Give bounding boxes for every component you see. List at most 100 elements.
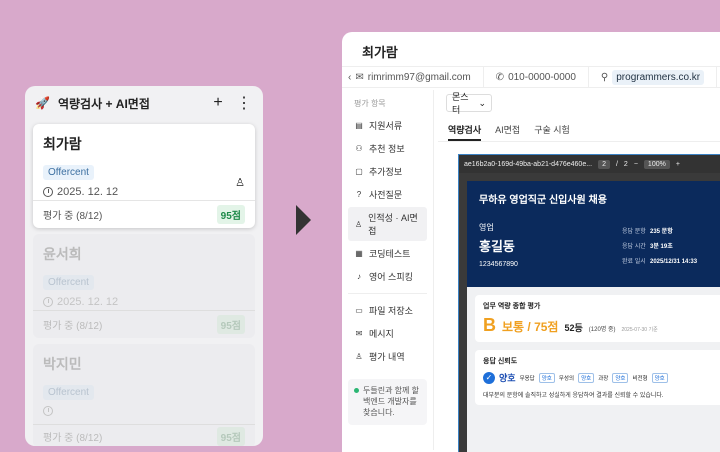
sidebar-item-extra[interactable]: ▢ 추가정보 — [348, 161, 427, 182]
sidebar-item-label: 코딩테스트 — [369, 249, 411, 259]
grade-letter: B — [483, 315, 496, 335]
sidebar-item-label: 파일 저장소 — [369, 306, 413, 316]
candidate-name: 박지민 — [43, 356, 82, 372]
clock-icon — [43, 297, 53, 307]
company-badge: Offercent — [43, 385, 94, 400]
meta-value: 235 문항 — [650, 229, 673, 235]
chevron-left-icon[interactable]: ‹ — [348, 72, 351, 83]
doc-icon: ▤ — [355, 121, 363, 130]
pdf-viewer[interactable]: ae16b2a0-169d-49ba-ab21-d476e460e... 2 /… — [458, 154, 720, 452]
score-badge: 95점 — [216, 205, 245, 224]
clipboard-icon: ▢ — [355, 167, 363, 176]
company-badge: Offercent — [43, 275, 94, 290]
check-icon: ✓ — [483, 371, 495, 384]
zoom-out-button[interactable]: − — [634, 161, 638, 168]
card-footer: 평가 중 (8/12) 95점 — [33, 200, 255, 228]
report-page: 무하유 영업직군 신입사원 채용 영업 홍길동 1234567890 응답 문항… — [467, 181, 720, 452]
sidebar-item-history[interactable]: ♙ 평가 내역 — [348, 346, 427, 367]
check-key: 무성의 — [558, 375, 575, 382]
sidebar-item-label: 인적성 · AI면접 — [368, 213, 418, 236]
speech-icon: ♪ — [357, 272, 361, 281]
phone-text: 010-0000-0000 — [508, 71, 576, 83]
check-key: 과장 — [598, 375, 609, 382]
job-note-text: 두들린과 함께 할 백엔드 개발자를 찾습니다. — [363, 386, 419, 418]
eval-sidebar: 평가 항목 ▤ 지원서류 ⚇ 추천 정보 ▢ 추가정보 ? 사전질문 ♙ 인적성 · AI… — [342, 90, 434, 450]
sidebar-item-documents[interactable]: ▤ 지원서류 — [348, 115, 427, 136]
viewer-toolbar: ae16b2a0-169d-49ba-ab21-d476e460e... 2 /… — [459, 155, 720, 173]
candidate-name: 윤서희 — [43, 246, 82, 262]
code-icon: ▦ — [355, 249, 363, 258]
sidebar-item-label: 사전질문 — [369, 190, 403, 200]
zoom-level[interactable]: 100% — [643, 159, 670, 169]
tab-oral-exam[interactable]: 구술 시험 — [534, 118, 570, 141]
meta-key: 응답 문항 — [622, 229, 646, 235]
page-input[interactable]: 2 — [598, 159, 610, 169]
panel-title: 응답 신뢰도 — [483, 358, 518, 365]
eval-status: 평가 중 (8/12) — [43, 321, 103, 332]
site-chip[interactable]: programmers.co.kr — [612, 69, 705, 85]
reliability-value: 양호 — [499, 373, 516, 383]
sidebar-item-referral[interactable]: ⚇ 추천 정보 — [348, 138, 427, 159]
candidate-card[interactable]: 최가람 Offercent 2025. 12. 12 ♙ 평가 중 (8/12)… — [33, 124, 255, 228]
window-title: 최가람 — [362, 45, 398, 60]
rank: 52등 — [564, 323, 583, 333]
kanban-column: 🚀 역량검사 + AI면접 + ⋮ 최가람 Offercent 2025. 12… — [25, 86, 263, 446]
sidebar-item-english[interactable]: ♪ 영어 스피킹 — [348, 266, 427, 287]
tab-aptitude[interactable]: 역량검사 — [448, 118, 482, 141]
sidebar-item-files[interactable]: ▭ 파일 저장소 — [348, 300, 427, 321]
main-content: 몬스터 ⌄ 역량검사 AI면접 구술 시험 ae16b2a0-169d-49ba-… — [438, 90, 720, 452]
clock-icon — [43, 406, 53, 416]
sidebar-item-ai-interview[interactable]: ♙ 인적성 · AI면접 — [348, 207, 427, 241]
phone-field[interactable]: ✆ 010-0000-0000 — [484, 67, 589, 87]
pdf-filename: ae16b2a0-169d-49ba-ab21-d476e460e... — [464, 160, 593, 168]
score-badge: 95점 — [216, 315, 245, 334]
folder-icon: ▭ — [355, 306, 363, 315]
history-icon: ♙ — [355, 352, 363, 361]
zoom-in-button[interactable]: + — [676, 161, 680, 168]
report-title: 무하유 영업직군 신입사원 채용 — [479, 195, 607, 206]
column-title: 역량검사 + AI면접 — [57, 96, 150, 111]
sidebar-item-label: 지원서류 — [369, 121, 403, 131]
candidate-name: 최가람 — [43, 136, 82, 152]
clock-icon — [43, 187, 53, 197]
tab-ai-interview[interactable]: AI면접 — [495, 118, 520, 141]
candidate-detail-window: 최가람 ‹ ✉ rimrimm97@gmail.com ✆ 010-0000-0000… — [342, 32, 720, 452]
sidebar-item-label: 평가 내역 — [369, 352, 405, 362]
sidebar-divider — [348, 293, 427, 294]
site-field[interactable]: ⚲ programmers.co.kr — [589, 67, 718, 87]
card-date: 2025. 12. 12 — [57, 296, 119, 308]
email-field[interactable]: ‹ ✉ rimrimm97@gmail.com — [342, 67, 484, 87]
ai-icon: ♙ — [354, 219, 363, 229]
report-header: 무하유 영업직군 신입사원 채용 영업 홍길동 1234567890 응답 문항… — [467, 181, 720, 287]
message-icon: ✉ — [355, 329, 363, 338]
page-total: 2 — [623, 160, 628, 168]
overall-eval-panel: 업무 역량 종합 평가 B 보통 / 75점 52등 (120명 중) 2025… — [475, 295, 720, 342]
base-date: 2025-07-30 기준 — [621, 327, 658, 333]
sidebar-item-coding[interactable]: ▦ 코딩테스트 — [348, 243, 427, 264]
phone-icon: ✆ — [495, 71, 505, 83]
reliability-panel: 응답 신뢰도 ✓ 양호 무응답 양호 무성의 양호 과장 양호 비전형 양호 대부분의 … — [475, 350, 720, 405]
candidate-card[interactable]: 윤서희 Offercent 2025. 12. 12 평가 중 (8/12) 95… — [33, 234, 255, 338]
more-icon[interactable]: ⋮ — [235, 93, 253, 113]
add-icon[interactable]: + — [209, 94, 227, 112]
check-tag: 양호 — [578, 372, 595, 383]
card-footer: 평가 중 (8/12) 95점 — [33, 310, 255, 338]
eval-status: 평가 중 (8/12) — [43, 211, 103, 222]
select-value: 몬스터 — [452, 92, 469, 115]
check-key: 비전형 — [632, 375, 648, 382]
people-icon: ⚇ — [355, 144, 363, 153]
meta-value: 3분 19초 — [650, 244, 673, 250]
reliability-line: ✓ 양호 무응답 양호 무성의 양호 과장 양호 비전형 양호 — [483, 371, 717, 384]
meta-key: 완료 일시 — [622, 259, 646, 265]
sidebar-item-messages[interactable]: ✉ 메시지 — [348, 323, 427, 344]
test-select[interactable]: 몬스터 ⌄ — [446, 92, 492, 115]
sidebar-item-questions[interactable]: ? 사전질문 — [348, 184, 427, 205]
sidebar-item-label: 영어 스피킹 — [369, 272, 413, 282]
check-tag: 양호 — [612, 372, 629, 383]
date-row: 2025. 12. 12 — [43, 186, 245, 198]
arrow-right-icon — [296, 205, 311, 235]
job-note[interactable]: 두들린과 함께 할 백엔드 개발자를 찾습니다. — [348, 379, 427, 425]
candidate-card[interactable]: 박지민 Offercent 평가 중 (8/12) 95점 — [33, 344, 255, 446]
eval-status: 평가 중 (8/12) — [43, 433, 103, 444]
chevron-down-icon: ⌄ — [478, 97, 486, 108]
